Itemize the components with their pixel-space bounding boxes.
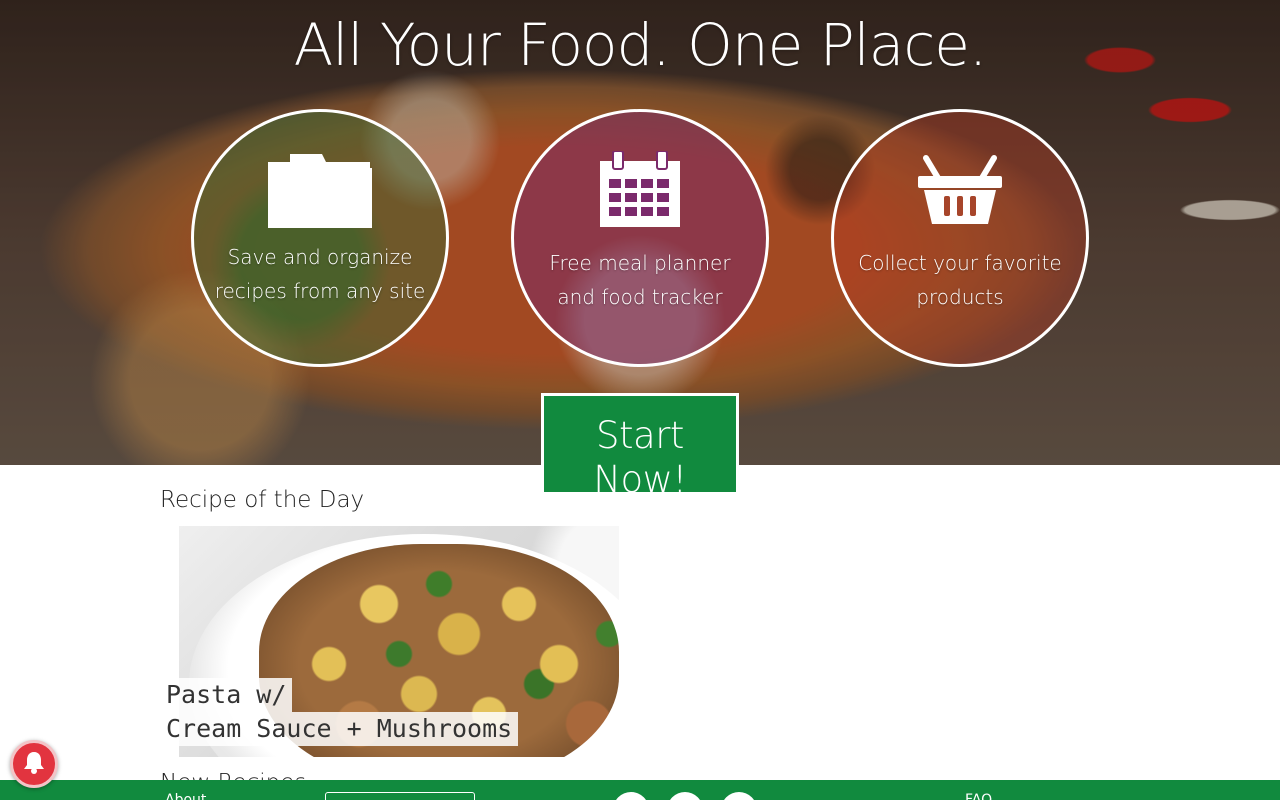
basket-icon (918, 150, 1002, 230)
social-icon[interactable] (667, 792, 703, 800)
social-icon[interactable] (613, 792, 649, 800)
footer-faq-link[interactable]: FAQ (965, 792, 992, 800)
folder-icon (268, 150, 372, 230)
start-now-button[interactable]: Start Now! (yup, it's free) (541, 393, 739, 523)
calendar-icon (599, 150, 681, 230)
feature-save-recipes[interactable]: Save and organize recipes from any site (191, 109, 449, 367)
feature-meal-planner[interactable]: Free meal planner and food tracker (511, 109, 769, 367)
feature-label-products: Collect your favorite products (858, 251, 1062, 309)
footer-email-input[interactable] (325, 792, 475, 800)
bell-icon (23, 750, 45, 778)
recipe-of-the-day-heading: Recipe of the Day (160, 487, 365, 513)
feature-label-planner: Free meal planner and food tracker (549, 251, 731, 309)
recipe-name-line2: Cream Sauce + Mushrooms (160, 712, 519, 746)
recipe-of-the-day-name[interactable]: Pasta w/ Cream Sauce + Mushrooms (160, 678, 519, 746)
feature-collect-products[interactable]: Collect your favorite products (831, 109, 1089, 367)
start-now-label: Start Now! (593, 414, 687, 501)
recipe-name-line1: Pasta w/ (160, 678, 293, 712)
footer: About FAQ (0, 780, 1280, 800)
social-icon[interactable] (721, 792, 757, 800)
notification-bell-button[interactable] (10, 740, 58, 788)
footer-about-link[interactable]: About (165, 792, 206, 800)
feature-label-save: Save and organize recipes from any site (214, 245, 426, 303)
hero-title: All Your Food. One Place. (293, 11, 988, 79)
start-now-sublabel: (yup, it's free) (601, 510, 679, 523)
